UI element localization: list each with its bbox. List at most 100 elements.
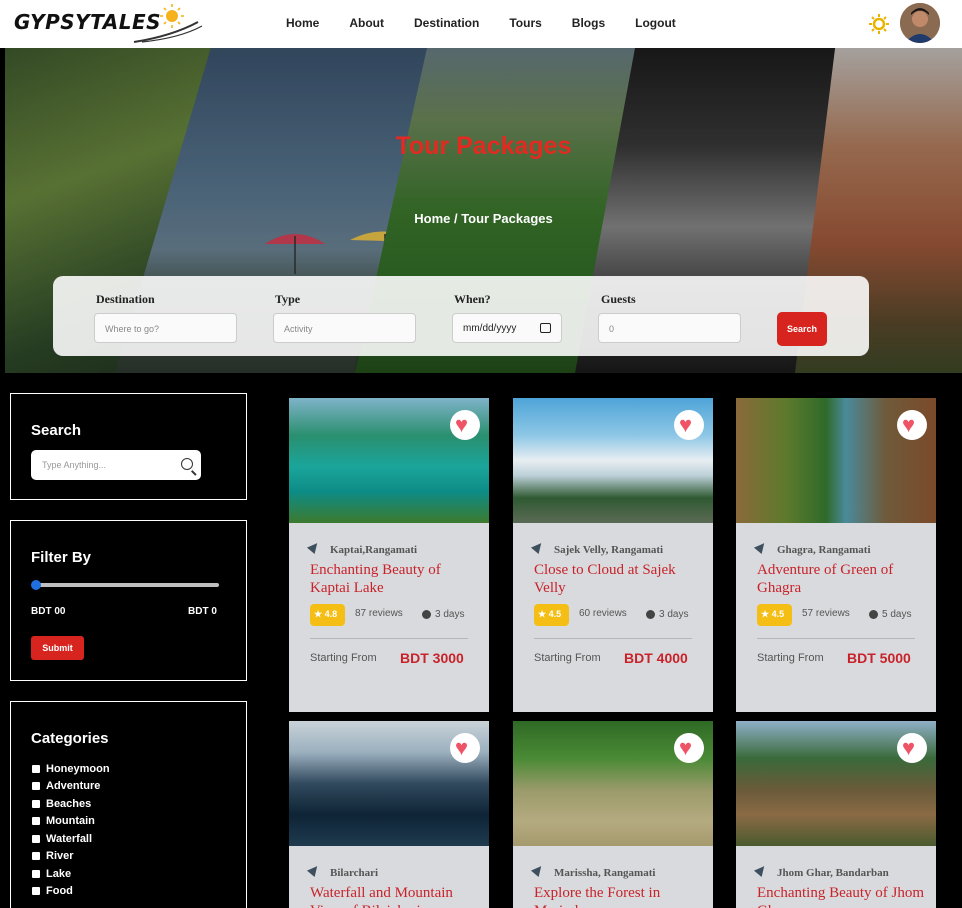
destination-input[interactable]: Where to go?	[94, 313, 237, 343]
tour-title[interactable]: Enchanting Beauty of Kaptai Lake	[310, 561, 480, 597]
date-input[interactable]: mm/dd/yyyy	[452, 313, 562, 343]
category-item[interactable]: Lake	[32, 865, 110, 883]
clock-icon	[869, 610, 878, 619]
tour-location: Kaptai,Rangamati	[330, 544, 418, 556]
sidebar-search-title: Search	[31, 422, 82, 439]
main-nav: Home About Destination Tours Blogs Logou…	[286, 16, 706, 30]
destination-label: Destination	[96, 292, 155, 306]
filter-title: Filter By	[31, 549, 92, 566]
search-button[interactable]: Search	[777, 312, 827, 346]
rating-badge: ★ 4.5	[757, 604, 792, 626]
price-max-label: BDT 0	[188, 606, 217, 617]
tour-location: Bilarchari	[330, 867, 379, 879]
calendar-icon[interactable]	[540, 323, 551, 333]
user-avatar[interactable]	[900, 3, 940, 43]
starting-from-label: Starting From	[757, 652, 824, 664]
location-arrow-icon	[306, 539, 322, 555]
tour-title[interactable]: Close to Cloud at Sajek Velly	[534, 561, 704, 597]
search-icon[interactable]	[181, 458, 193, 470]
type-input[interactable]: Activity	[273, 313, 416, 343]
tour-price: BDT 4000	[624, 650, 688, 666]
category-item[interactable]: Food	[32, 883, 110, 901]
tour-card[interactable]: ♥ Marissha, Rangamati Explore the Forest…	[513, 721, 713, 908]
tour-card[interactable]: ♥ Sajek Velly, Rangamati Close to Cloud …	[513, 398, 713, 712]
favorite-heart-icon[interactable]: ♥	[674, 410, 704, 440]
category-item[interactable]: Honeymoon	[32, 760, 110, 778]
review-count: 60 reviews	[579, 608, 627, 619]
tour-title[interactable]: Adventure of Green of Ghagra	[757, 561, 927, 597]
category-item[interactable]: Adventure	[32, 778, 110, 796]
checkbox[interactable]	[32, 887, 40, 896]
checkbox[interactable]	[32, 799, 40, 808]
avatar-photo-icon	[900, 3, 940, 43]
tour-search-form: Destination Where to go? Type Activity W…	[53, 276, 869, 356]
checkbox[interactable]	[32, 817, 40, 826]
nav-logout[interactable]: Logout	[635, 16, 676, 30]
sidebar-filter-card: Filter By BDT 00 BDT 0 Submit	[10, 520, 247, 681]
favorite-heart-icon[interactable]: ♥	[674, 733, 704, 763]
tour-location: Jhom Ghar, Bandarban	[777, 867, 889, 879]
sidebar-search-input[interactable]: Type Anything...	[31, 450, 201, 480]
checkbox[interactable]	[32, 869, 40, 878]
favorite-heart-icon[interactable]: ♥	[897, 733, 927, 763]
checkbox[interactable]	[32, 852, 40, 861]
tour-price: BDT 3000	[400, 650, 464, 666]
tour-card[interactable]: ♥ Ghagra, Rangamati Adventure of Green o…	[736, 398, 936, 712]
clock-icon	[646, 610, 655, 619]
nav-home[interactable]: Home	[286, 16, 319, 30]
nav-about[interactable]: About	[349, 16, 384, 30]
tour-card[interactable]: ♥ Bilarchari Waterfall and Mountain View…	[289, 721, 489, 908]
navbar: GYPSYTALES Home About Destination Tours …	[0, 0, 962, 48]
breadcrumb[interactable]: Home / Tour Packages	[5, 211, 962, 226]
tour-title[interactable]: Explore the Forest in Marissha	[534, 884, 704, 908]
checkbox[interactable]	[32, 764, 40, 773]
category-list: Honeymoon Adventure Beaches Mountain Wat…	[32, 760, 110, 900]
price-range-track[interactable]	[33, 583, 219, 587]
location-arrow-icon	[306, 862, 322, 878]
favorite-heart-icon[interactable]: ♥	[450, 410, 480, 440]
type-label: Type	[275, 292, 301, 306]
rating-badge: ★ 4.5	[534, 604, 569, 626]
nav-blogs[interactable]: Blogs	[572, 16, 605, 30]
tour-duration: 5 days	[882, 609, 912, 620]
when-label: When?	[454, 292, 491, 306]
price-min-label: BDT 00	[31, 606, 66, 617]
tour-duration: 3 days	[435, 609, 465, 620]
starting-from-label: Starting From	[534, 652, 601, 664]
date-value: mm/dd/yyyy	[463, 323, 517, 334]
favorite-heart-icon[interactable]: ♥	[450, 733, 480, 763]
tour-card[interactable]: ♥ Kaptai,Rangamati Enchanting Beauty of …	[289, 398, 489, 712]
checkbox[interactable]	[32, 782, 40, 791]
tour-location: Ghagra, Rangamati	[777, 544, 871, 556]
review-count: 57 reviews	[802, 608, 850, 619]
category-item[interactable]: River	[32, 848, 110, 866]
category-item[interactable]: Mountain	[32, 813, 110, 831]
nav-tours[interactable]: Tours	[509, 16, 541, 30]
category-item[interactable]: Beaches	[32, 795, 110, 813]
sun-icon[interactable]	[869, 14, 889, 34]
location-arrow-icon	[753, 862, 769, 878]
tour-card[interactable]: ♥ Jhom Ghar, Bandarban Enchanting Beauty…	[736, 721, 936, 908]
guests-input[interactable]: 0	[598, 313, 741, 343]
sidebar-search-card: Search Type Anything...	[10, 393, 247, 500]
sidebar-search-placeholder: Type Anything...	[42, 460, 107, 470]
sun-road-logo-icon	[133, 4, 203, 43]
clock-icon	[422, 610, 431, 619]
sidebar-categories-card: Categories Honeymoon Adventure Beaches M…	[10, 701, 247, 908]
filter-submit-button[interactable]: Submit	[31, 636, 84, 660]
tour-location: Marissha, Rangamati	[554, 867, 656, 879]
category-item[interactable]: Waterfall	[32, 830, 110, 848]
checkbox[interactable]	[32, 834, 40, 843]
location-arrow-icon	[530, 862, 546, 878]
nav-destination[interactable]: Destination	[414, 16, 479, 30]
tour-location: Sajek Velly, Rangamati	[554, 544, 664, 556]
tour-duration: 3 days	[659, 609, 689, 620]
review-count: 87 reviews	[355, 608, 403, 619]
starting-from-label: Starting From	[310, 652, 377, 664]
favorite-heart-icon[interactable]: ♥	[897, 410, 927, 440]
tour-title[interactable]: Enchanting Beauty of Jhom Ghar	[757, 884, 927, 908]
tour-title[interactable]: Waterfall and Mountain View of Bilaichar…	[310, 884, 480, 908]
price-range-slider[interactable]	[31, 580, 41, 590]
page-title: Tour Packages	[395, 132, 572, 160]
location-arrow-icon	[530, 539, 546, 555]
